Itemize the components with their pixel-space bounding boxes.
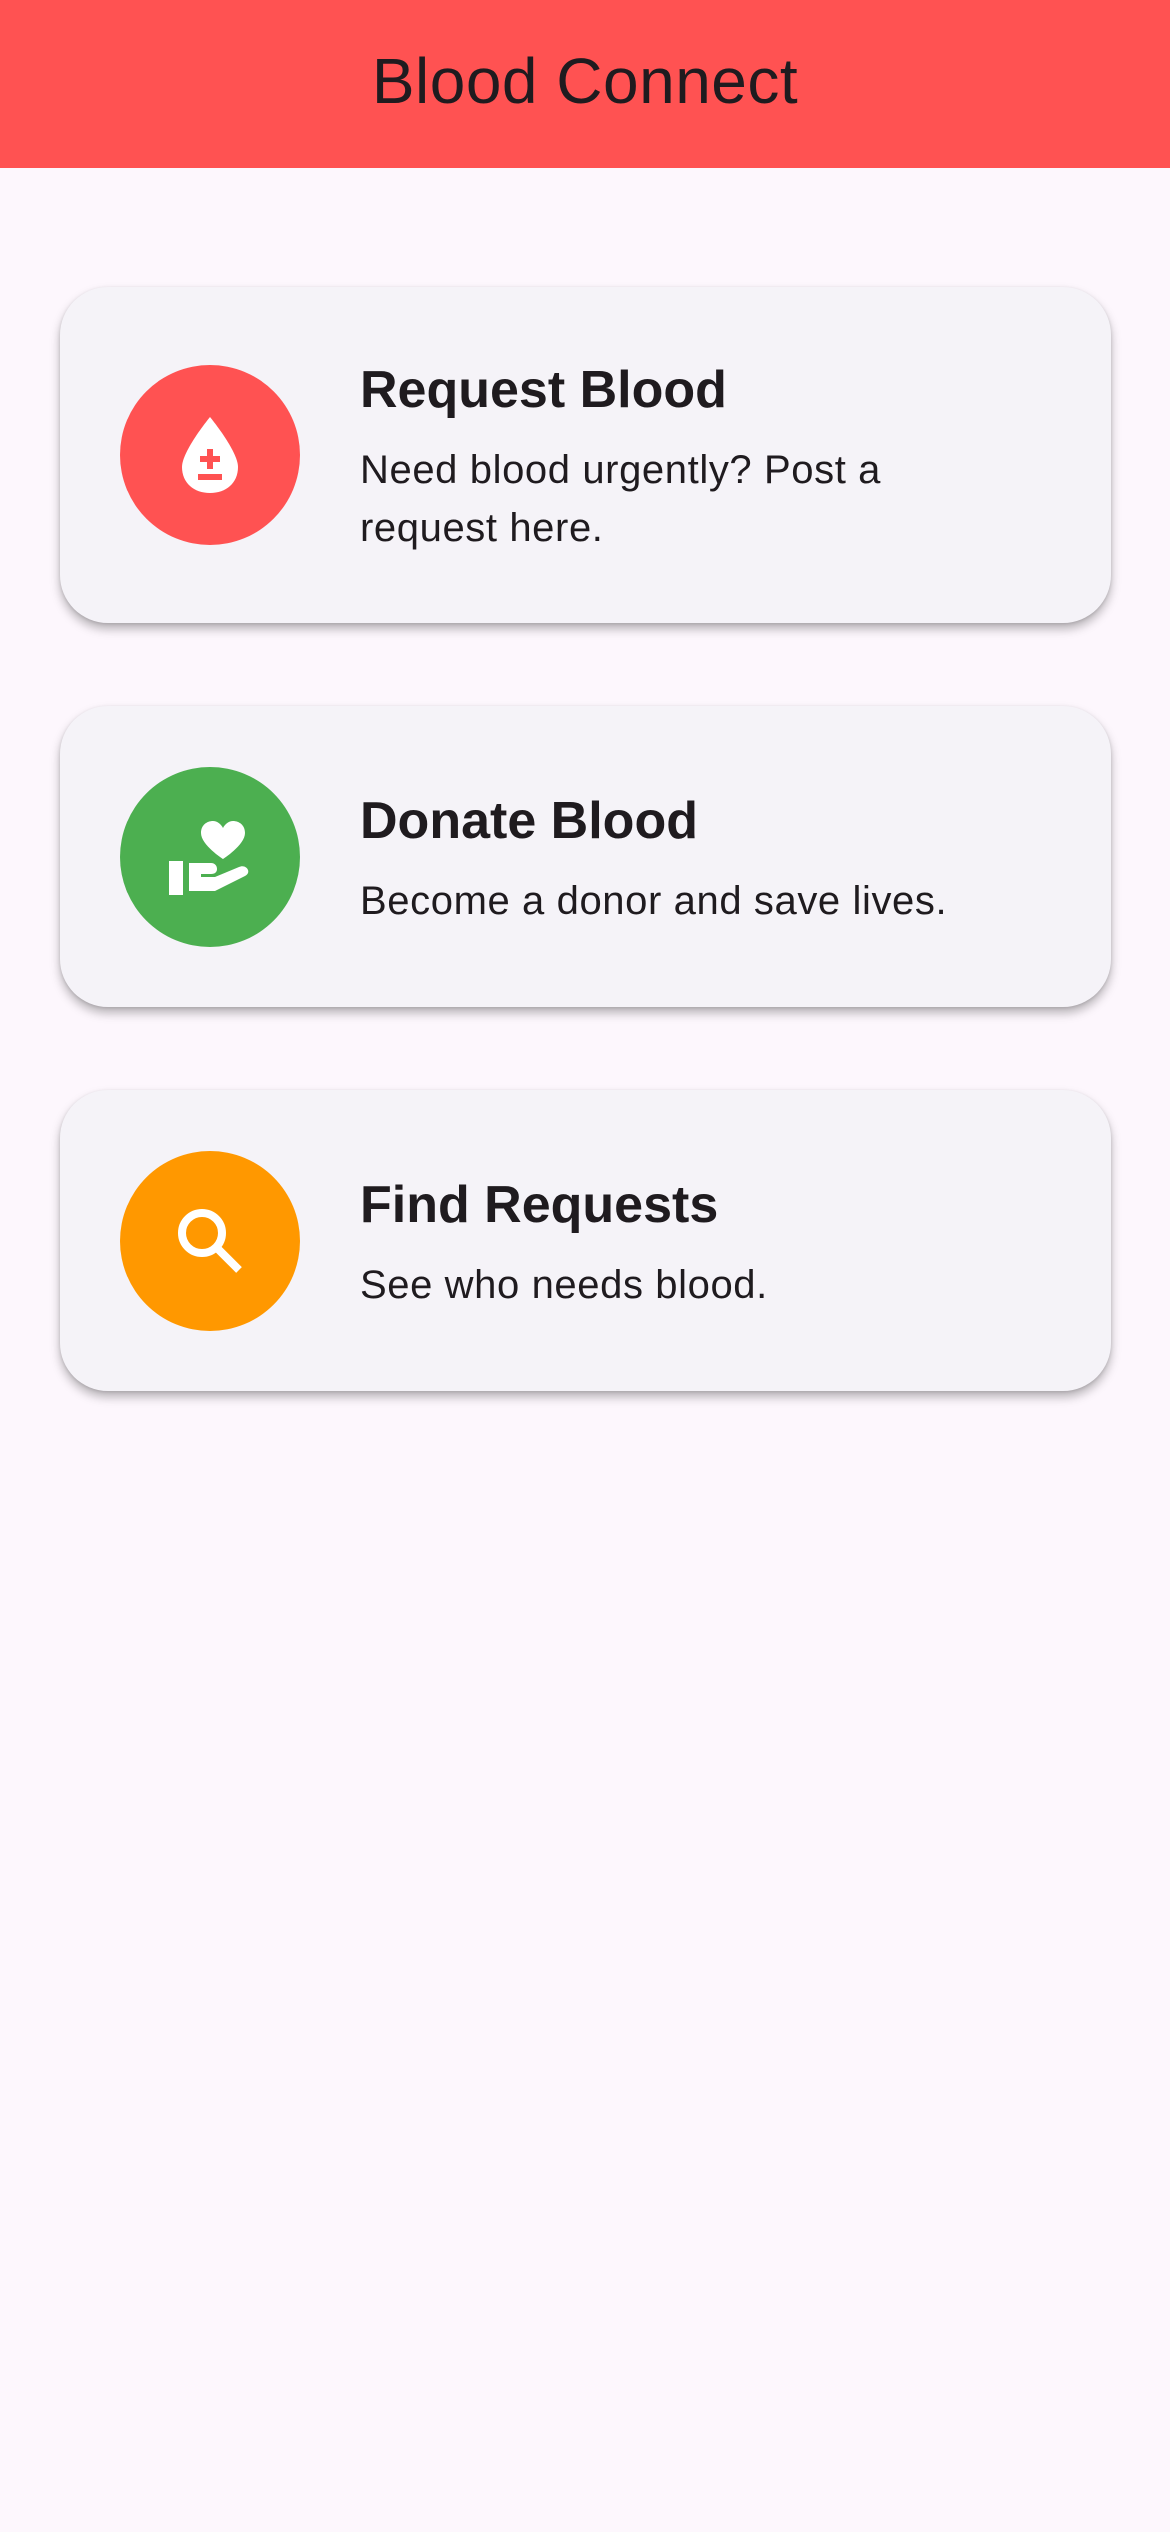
- find-card-title: Find Requests: [360, 1176, 719, 1234]
- app-bar: Blood Connect: [0, 0, 1170, 168]
- find-requests-card[interactable]: Find Requests See who needs blood.: [60, 1090, 1111, 1391]
- find-card-subtitle: See who needs blood.: [360, 1263, 768, 1307]
- find-card-text: Find Requests See who needs blood.: [360, 1170, 1060, 1314]
- request-card-text: Request Blood Need blood urgently? Post …: [360, 355, 1060, 557]
- request-icon-circle: [120, 365, 300, 545]
- donate-card-text: Donate Blood Become a donor and save liv…: [360, 786, 1060, 930]
- donate-card-subtitle: Become a donor and save lives.: [360, 879, 948, 923]
- blood-drop-plus-minus-icon: [178, 415, 242, 495]
- donate-blood-card[interactable]: Donate Blood Become a donor and save liv…: [60, 706, 1111, 1007]
- request-blood-card[interactable]: Request Blood Need blood urgently? Post …: [60, 287, 1111, 623]
- search-icon: [175, 1206, 245, 1276]
- donate-card-title: Donate Blood: [360, 792, 698, 850]
- app-title: Blood Connect: [371, 45, 799, 117]
- find-icon-circle: [120, 1151, 300, 1331]
- donate-icon-circle: [120, 767, 300, 947]
- hand-heart-icon: [167, 817, 253, 897]
- request-card-subtitle: Need blood urgently? Post a request here…: [360, 448, 881, 550]
- request-card-title: Request Blood: [360, 361, 727, 419]
